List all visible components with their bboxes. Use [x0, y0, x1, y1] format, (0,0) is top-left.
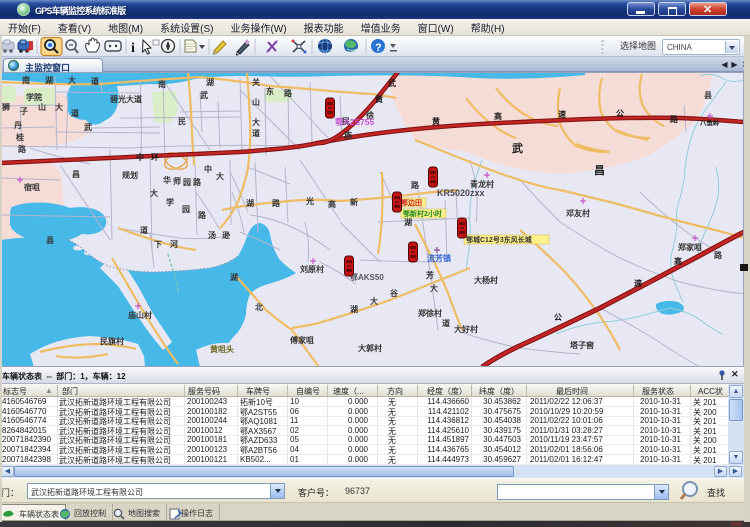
- svg-text:师: 师: [173, 176, 181, 186]
- svg-text:大: 大: [430, 283, 438, 293]
- svg-text:傅家咀: 傅家咀: [289, 335, 314, 345]
- svg-text:关: 关: [252, 77, 260, 87]
- svg-text:路: 路: [193, 177, 202, 187]
- svg-text:学院: 学院: [26, 92, 42, 102]
- svg-text:路: 路: [198, 210, 207, 220]
- svg-text:桂: 桂: [15, 132, 24, 142]
- svg-text:县: 县: [46, 236, 54, 245]
- svg-text:子: 子: [20, 107, 28, 116]
- svg-text:道: 道: [140, 225, 148, 235]
- svg-text:黄咀头: 黄咀头: [210, 344, 234, 354]
- svg-text:道: 道: [91, 76, 99, 86]
- svg-text:公: 公: [554, 313, 562, 322]
- svg-text:路: 路: [411, 180, 420, 190]
- svg-text:园: 园: [183, 178, 191, 187]
- svg-text:速: 速: [558, 109, 566, 119]
- svg-text:下: 下: [154, 240, 162, 249]
- svg-text:民: 民: [178, 117, 186, 126]
- svg-text:山: 山: [38, 102, 46, 112]
- svg-text:南: 南: [22, 75, 30, 85]
- svg-text:鄂AKS50: 鄂AKS50: [350, 272, 384, 282]
- svg-text:塔子窖: 塔子窖: [570, 340, 594, 350]
- svg-text:昌: 昌: [594, 164, 605, 177]
- svg-text:大杨村: 大杨村: [474, 275, 498, 285]
- svg-text:民旗村: 民旗村: [100, 336, 124, 346]
- svg-text:鄂边田: 鄂边田: [401, 198, 422, 207]
- svg-text:光: 光: [305, 196, 314, 206]
- svg-text:园: 园: [182, 205, 190, 214]
- svg-text:路: 路: [714, 250, 723, 260]
- svg-text:流芳镇: 流芳镇: [427, 253, 451, 263]
- svg-text:新: 新: [350, 197, 358, 207]
- svg-text:大: 大: [150, 188, 158, 198]
- svg-text:i: i: [131, 41, 135, 56]
- svg-text:道: 道: [71, 108, 79, 118]
- svg-text:KR5020zxx: KR5020zxx: [437, 188, 485, 198]
- svg-text:大: 大: [370, 296, 378, 306]
- svg-text:湖: 湖: [350, 304, 358, 314]
- svg-text:汤: 汤: [208, 230, 216, 240]
- svg-text:狮: 狮: [1, 102, 10, 112]
- svg-text:武: 武: [84, 122, 92, 132]
- svg-text:公: 公: [616, 109, 624, 118]
- svg-text:武: 武: [512, 141, 523, 155]
- svg-text:速: 速: [634, 278, 642, 288]
- svg-text:学: 学: [166, 197, 174, 207]
- svg-text:大: 大: [252, 117, 260, 127]
- svg-text:鄂新村2小时: 鄂新村2小时: [403, 209, 442, 218]
- svg-text:湖: 湖: [45, 75, 53, 85]
- svg-text:南: 南: [158, 79, 166, 89]
- svg-text:路: 路: [272, 198, 281, 208]
- svg-text:湖: 湖: [404, 217, 412, 227]
- svg-text:黄: 黄: [375, 94, 383, 104]
- svg-text:华: 华: [163, 175, 171, 185]
- svg-text:湖: 湖: [246, 198, 254, 208]
- svg-text:高: 高: [328, 199, 336, 209]
- svg-text:族: 族: [344, 130, 353, 140]
- svg-text:北: 北: [255, 302, 263, 312]
- svg-text:逊: 逊: [222, 230, 230, 240]
- svg-text:谷: 谷: [389, 288, 399, 298]
- svg-text:碧光大道: 碧光大道: [109, 94, 142, 104]
- svg-text:高: 高: [494, 111, 502, 121]
- svg-text:邓友村: 邓友村: [565, 208, 590, 218]
- svg-text:郑家咀: 郑家咀: [678, 242, 702, 252]
- svg-text:大好村: 大好村: [454, 324, 478, 334]
- svg-text:郑徐村: 郑徐村: [418, 308, 442, 318]
- svg-text:武: 武: [200, 90, 208, 100]
- svg-text:鄂城C12号3东风长城: 鄂城C12号3东风长城: [466, 235, 532, 244]
- svg-text:道: 道: [252, 128, 260, 138]
- svg-text:芳: 芳: [426, 270, 434, 280]
- svg-text:道: 道: [442, 318, 450, 328]
- svg-text:路: 路: [284, 88, 293, 98]
- svg-text:大: 大: [216, 171, 224, 181]
- svg-text:东: 东: [266, 86, 274, 96]
- svg-text:山: 山: [252, 97, 260, 107]
- svg-text:黄: 黄: [432, 116, 440, 126]
- svg-text:湖: 湖: [230, 272, 238, 282]
- svg-text:大: 大: [68, 75, 76, 85]
- svg-text:高: 高: [674, 256, 682, 266]
- svg-text:鄂A2S755: 鄂A2S755: [335, 117, 374, 127]
- svg-text:丹: 丹: [13, 121, 22, 130]
- svg-text:环: 环: [151, 153, 159, 162]
- svg-text:武: 武: [388, 78, 396, 88]
- svg-text:县: 县: [704, 91, 712, 100]
- svg-text:?: ?: [375, 42, 382, 54]
- svg-text:大郭村: 大郭村: [358, 343, 382, 353]
- svg-text:中: 中: [204, 164, 212, 174]
- svg-text:宿咀: 宿咀: [24, 182, 40, 192]
- svg-text:河: 河: [170, 239, 178, 249]
- svg-text:大: 大: [55, 102, 63, 112]
- svg-text:路: 路: [18, 144, 27, 154]
- svg-text:庙山村: 庙山村: [128, 310, 152, 320]
- svg-text:刘原村: 刘原村: [300, 264, 324, 274]
- svg-text:中: 中: [136, 152, 144, 162]
- svg-text:规划: 规划: [122, 170, 138, 180]
- svg-text:八鱼岭: 八鱼岭: [699, 118, 720, 127]
- svg-text:湖: 湖: [206, 77, 214, 87]
- svg-text:昌: 昌: [72, 169, 80, 179]
- svg-text:路: 路: [670, 114, 679, 124]
